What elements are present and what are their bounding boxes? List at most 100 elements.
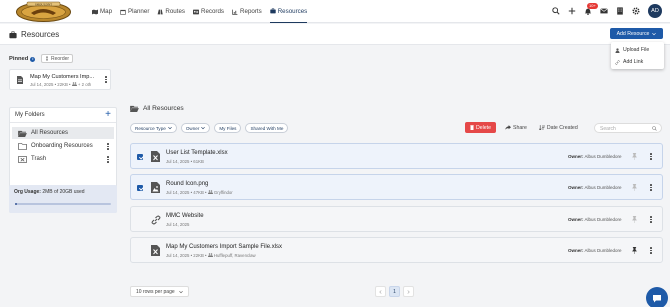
gear-icon[interactable] xyxy=(632,7,640,15)
resource-meta: Jul 14, 2025 • 47KB • Gryffindor xyxy=(166,190,233,195)
nav-reports[interactable]: Reports xyxy=(232,0,262,23)
chevron-down-icon xyxy=(652,32,657,35)
chevron-right-icon xyxy=(407,289,410,294)
pinned-label-text: Pinned xyxy=(9,56,29,62)
add-link-option[interactable]: Add Link xyxy=(611,56,664,68)
info-icon[interactable]: i xyxy=(30,56,36,62)
mail-icon[interactable] xyxy=(600,7,608,15)
kebab-menu-icon[interactable] xyxy=(650,184,652,191)
delete-button[interactable]: Delete xyxy=(465,122,496,133)
user-icon xyxy=(615,47,620,53)
filter-label: My Files xyxy=(219,125,237,131)
filter-resource-type[interactable]: Resource Type xyxy=(130,123,177,133)
add-folder-icon[interactable]: + xyxy=(105,110,111,120)
folder-label: Onboarding Resources xyxy=(31,143,93,149)
resource-name[interactable]: MMC Website xyxy=(166,213,204,219)
resource-meta: Jul 14, 2025 • 22KB • Hufflepuff, Ravenc… xyxy=(166,253,256,258)
resource-name[interactable]: Map My Customers Import Sample File.xlsx xyxy=(166,244,282,250)
filter-bar: Resource Type Owner My Files Shared With… xyxy=(130,123,289,133)
trash-icon xyxy=(470,125,474,130)
chevron-down-icon xyxy=(167,126,172,130)
kebab-menu-icon[interactable] xyxy=(107,156,109,163)
chat-button[interactable] xyxy=(646,287,668,307)
upload-file-option[interactable]: Upload File xyxy=(611,44,664,56)
resource-group: Hufflepuff, Ravenclaw xyxy=(213,253,256,258)
row-checkbox[interactable] xyxy=(137,154,143,160)
plus-icon[interactable] xyxy=(568,7,576,15)
nav-planner[interactable]: Planner xyxy=(120,0,149,23)
chat-icon xyxy=(653,294,661,302)
pin-icon[interactable] xyxy=(632,184,637,191)
company-logo[interactable]: SHOULDNT xyxy=(15,1,72,22)
folder-trash[interactable]: Trash xyxy=(12,153,114,165)
kebab-menu-icon[interactable] xyxy=(650,153,652,160)
nav-map[interactable]: Map xyxy=(92,0,112,23)
excel-file-icon xyxy=(151,151,160,162)
add-resource-button[interactable]: Add Resource xyxy=(610,28,663,39)
nav-label: Routes xyxy=(165,8,185,15)
search-input[interactable]: Search xyxy=(594,123,662,133)
pinned-card[interactable]: Map My Customers Imp... Jul 14, 2025 • 2… xyxy=(9,69,111,90)
folder-all-resources[interactable]: All Resources xyxy=(12,127,114,139)
kebab-menu-icon[interactable] xyxy=(105,76,107,83)
share-button[interactable]: Share xyxy=(502,122,530,133)
main-nav: Map Planner Routes Records Reports Resou… xyxy=(92,0,308,23)
nav-resources[interactable]: Resources xyxy=(269,0,308,23)
map-icon xyxy=(92,9,98,14)
resource-row[interactable]: User List Template.xlsx Jul 14, 2025 • 6… xyxy=(130,143,663,169)
row-checkbox[interactable] xyxy=(137,248,143,254)
nav-label: Reports xyxy=(240,8,262,15)
filter-owner[interactable]: Owner xyxy=(180,123,211,133)
notification-badge: 10+ xyxy=(587,3,598,9)
kebab-menu-icon[interactable] xyxy=(650,247,652,254)
org-usage-label: Org Usage: xyxy=(14,189,41,195)
filter-label: Owner xyxy=(185,125,200,131)
search-icon[interactable] xyxy=(552,7,560,15)
kebab-menu-icon[interactable] xyxy=(107,143,109,150)
bell-icon[interactable]: 10+ xyxy=(584,3,598,15)
folders-header: My Folders + xyxy=(10,108,116,123)
section-title-text: All Resources xyxy=(143,105,184,112)
chevron-left-icon xyxy=(379,289,382,294)
resource-meta-text: Jul 14, 2025 • 47KB • xyxy=(166,190,207,195)
resource-name[interactable]: Round Icon.png xyxy=(166,181,208,187)
resource-owner: Owner: Albus Dumbledore xyxy=(568,154,622,159)
document-icon xyxy=(17,76,23,84)
building-icon[interactable] xyxy=(616,7,624,15)
filter-my-files[interactable]: My Files xyxy=(214,123,242,133)
bulk-actions: Delete Share Date Created xyxy=(465,122,581,133)
kebab-menu-icon[interactable] xyxy=(650,216,652,223)
pinned-card-name: Map My Customers Imp... xyxy=(30,74,95,80)
row-checkbox[interactable] xyxy=(137,217,143,223)
resource-row[interactable]: MMC Website Jul 14, 2025 Owner: Albus Du… xyxy=(130,206,663,232)
next-page-button[interactable] xyxy=(403,286,414,297)
add-resource-label: Add Resource xyxy=(616,30,650,37)
pin-icon[interactable] xyxy=(632,247,637,254)
resource-row[interactable]: Round Icon.png Jul 14, 2025 • 47KB • Gry… xyxy=(130,174,663,200)
reports-icon xyxy=(232,9,238,15)
rows-per-page-select[interactable]: 10 rows per page xyxy=(130,286,189,297)
row-checkbox[interactable] xyxy=(137,185,143,191)
page-header: Resources Add Resource xyxy=(0,24,670,45)
nav-records[interactable]: Records xyxy=(192,0,224,23)
prev-page-button[interactable] xyxy=(375,286,386,297)
filter-shared-with-me[interactable]: Shared With Me xyxy=(245,123,289,133)
chevron-down-icon xyxy=(201,126,206,130)
add-link-label: Add Link xyxy=(623,59,644,65)
avatar[interactable]: AD xyxy=(648,4,662,18)
section-title: All Resources xyxy=(130,105,184,112)
pin-icon[interactable] xyxy=(632,216,637,223)
nav-label: Map xyxy=(100,8,113,15)
reorder-button[interactable]: Reorder xyxy=(41,54,74,63)
org-usage-value: 2MB of 20GB used xyxy=(42,189,85,195)
pin-icon[interactable] xyxy=(632,153,637,160)
nav-routes[interactable]: Routes xyxy=(157,0,185,23)
page-title: Resources xyxy=(9,30,59,39)
nav-label: Planner xyxy=(128,8,150,15)
page-number[interactable]: 1 xyxy=(389,286,400,297)
sort-date-created[interactable]: Date Created xyxy=(536,122,581,133)
filter-label: Resource Type xyxy=(135,125,166,131)
folder-onboarding[interactable]: Onboarding Resources xyxy=(12,140,114,152)
resource-name[interactable]: User List Template.xlsx xyxy=(166,150,228,156)
resource-row[interactable]: Map My Customers Import Sample File.xlsx… xyxy=(130,237,663,263)
